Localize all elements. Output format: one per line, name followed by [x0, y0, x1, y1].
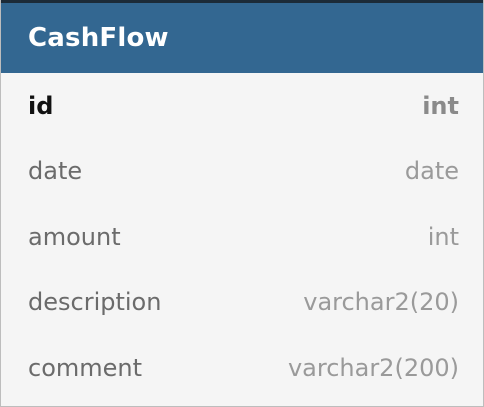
entity-table-cashflow[interactable]: CashFlow id int date date amount int des… — [0, 0, 484, 407]
column-name: date — [28, 157, 83, 186]
column-name: amount — [28, 222, 121, 251]
column-row-id[interactable]: id int — [1, 73, 483, 139]
column-name: id — [28, 91, 54, 120]
entity-header[interactable]: CashFlow — [1, 0, 483, 73]
column-row-date[interactable]: date date — [1, 139, 483, 205]
entity-title: CashFlow — [28, 23, 169, 53]
column-type: date — [404, 157, 459, 186]
column-list: id int date date amount int description … — [1, 73, 483, 401]
column-row-description[interactable]: description varchar2(20) — [1, 270, 483, 336]
column-row-amount[interactable]: amount int — [1, 204, 483, 270]
column-type: int — [422, 91, 459, 120]
column-type: varchar2(20) — [303, 288, 459, 317]
column-type: varchar2(200) — [287, 353, 459, 382]
column-row-comment[interactable]: comment varchar2(200) — [1, 335, 483, 401]
column-type: int — [427, 222, 459, 251]
column-name: description — [28, 288, 162, 317]
column-name: comment — [28, 353, 143, 382]
